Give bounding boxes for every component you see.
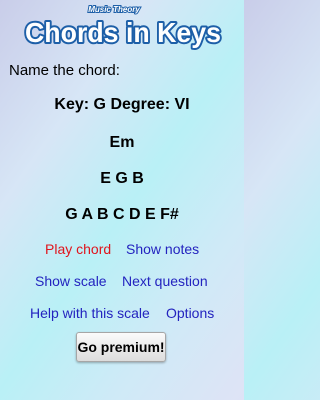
chord-notes: E G B bbox=[100, 170, 144, 187]
play-chord-link[interactable]: Play chord bbox=[45, 241, 111, 257]
show-scale-link[interactable]: Show scale bbox=[35, 273, 107, 289]
help-scale-link[interactable]: Help with this scale bbox=[30, 305, 150, 321]
next-question-link[interactable]: Next question bbox=[122, 273, 208, 289]
options-link[interactable]: Options bbox=[166, 305, 214, 321]
chord-name: Em bbox=[109, 134, 135, 151]
app-title: Chords in Keys bbox=[25, 17, 221, 48]
app-header: Music Theory Chords in Keys bbox=[0, 0, 244, 52]
question-prompt: Name the chord: bbox=[9, 62, 120, 79]
app-subtitle: Music Theory bbox=[88, 5, 140, 14]
key-degree-label: Key: G Degree: VI bbox=[54, 96, 190, 113]
show-notes-link[interactable]: Show notes bbox=[126, 241, 199, 257]
go-premium-button[interactable]: Go premium! bbox=[76, 332, 166, 362]
scale-notes: G A B C D E F# bbox=[65, 206, 179, 223]
app-logo: Music Theory Chords in Keys bbox=[23, 4, 223, 50]
